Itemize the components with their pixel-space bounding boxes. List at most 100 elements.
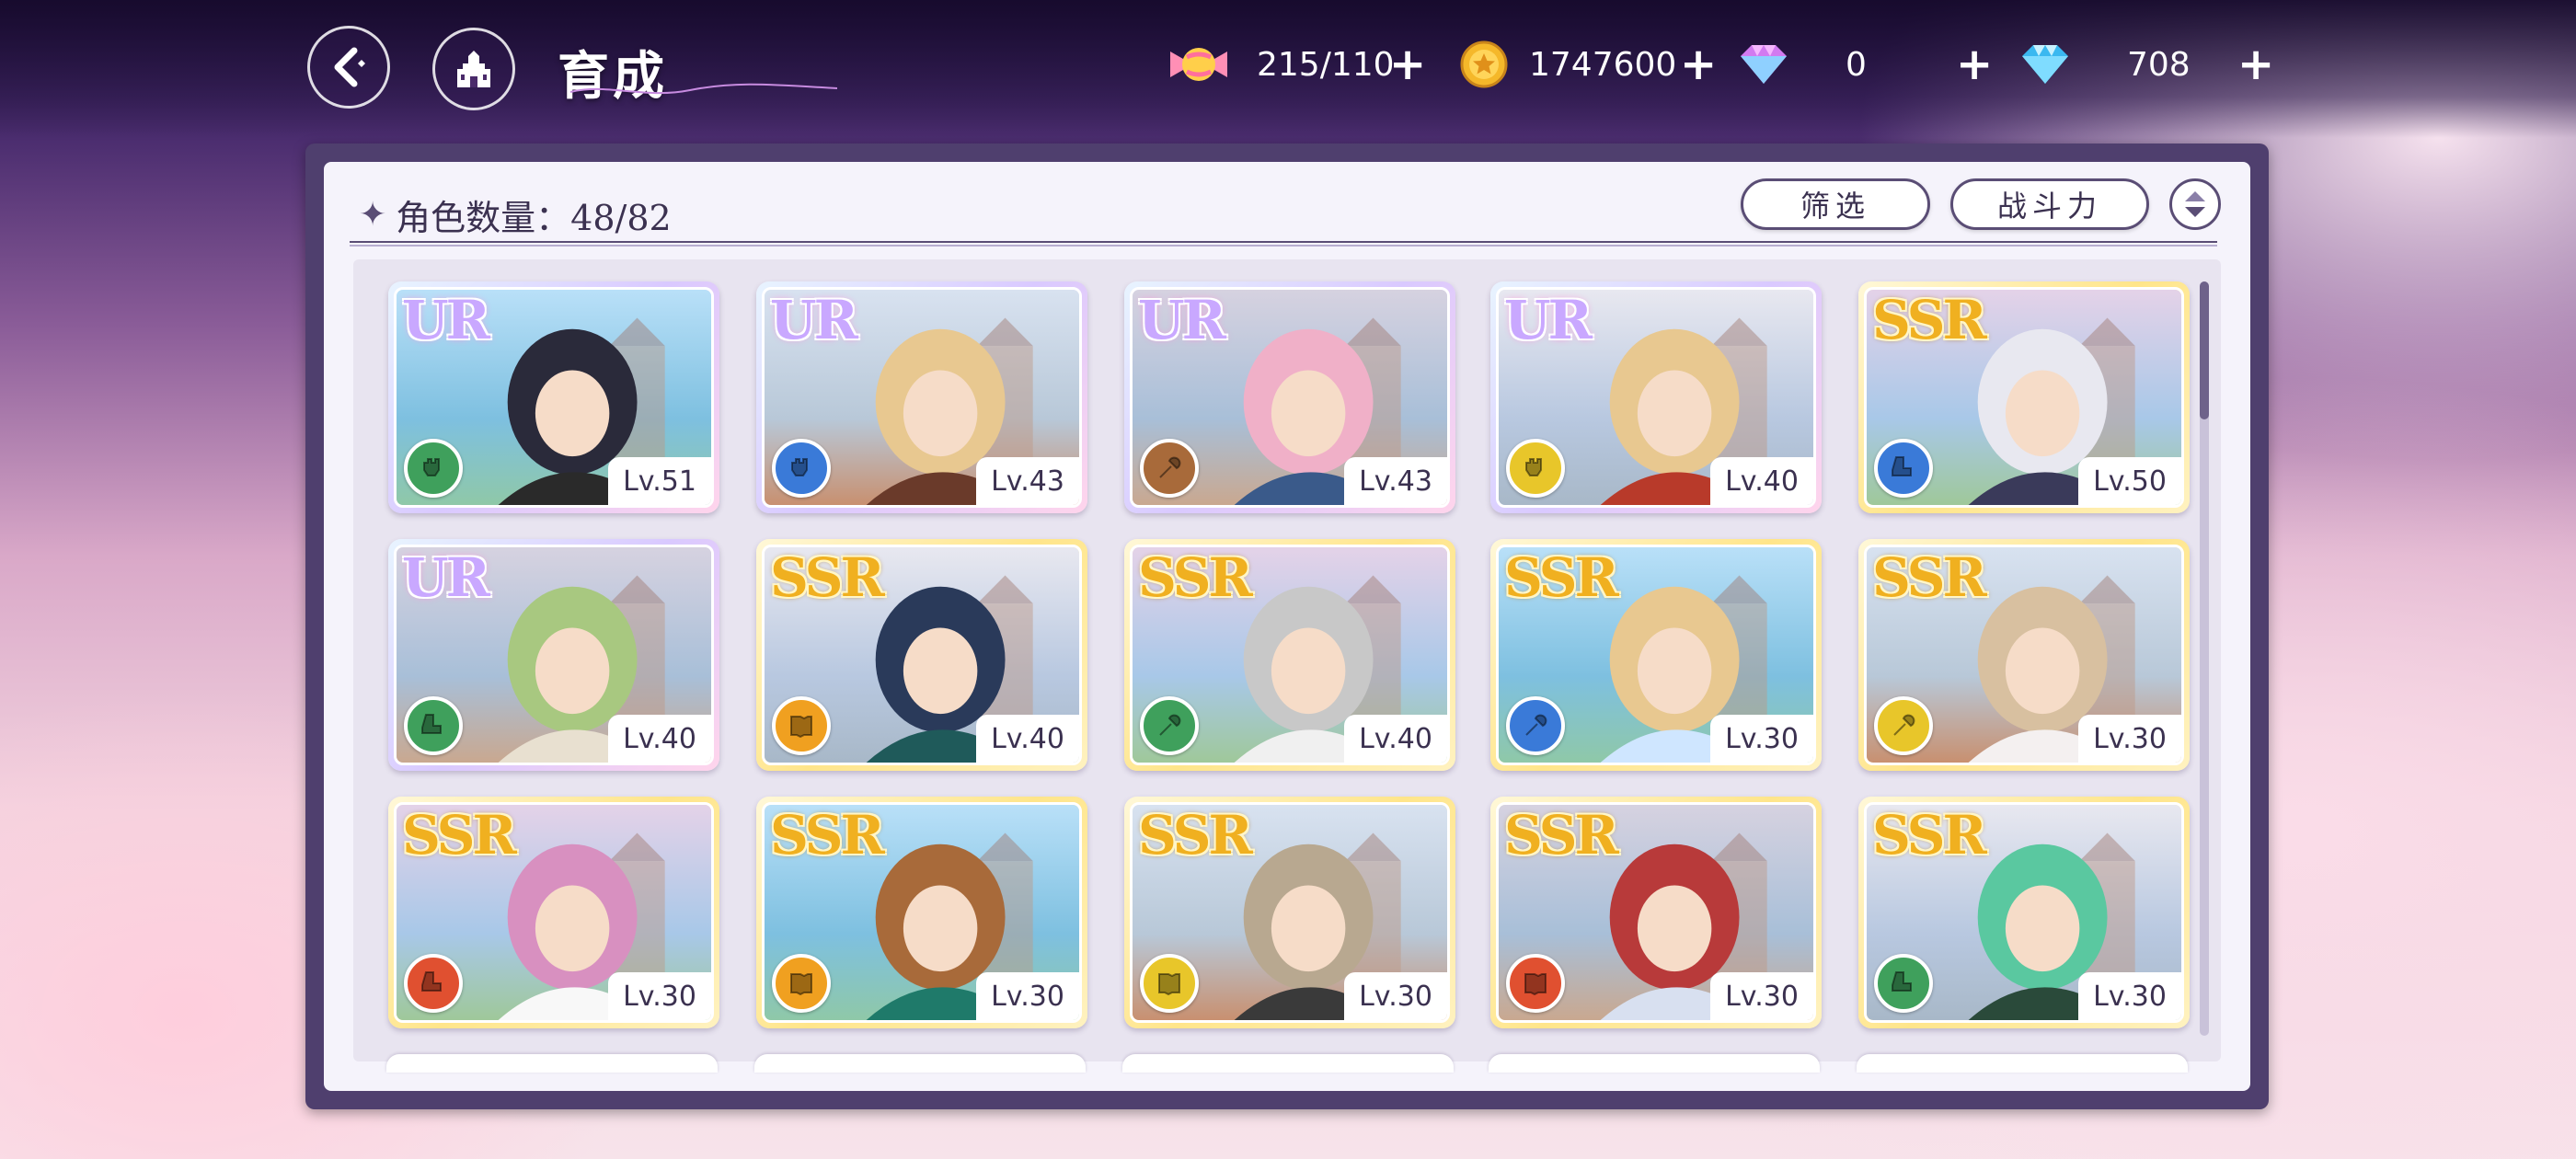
character-card[interactable]: UR Lv.40 xyxy=(1490,281,1822,513)
blue-gem-value: 708 xyxy=(2127,45,2191,84)
level-label: Lv.30 xyxy=(1710,972,1813,1020)
rarity-badge: UR xyxy=(402,546,490,609)
level-label: Lv.40 xyxy=(608,715,711,763)
title-decoration xyxy=(570,83,837,95)
boot-icon xyxy=(421,971,442,992)
book-icon xyxy=(1158,973,1180,996)
gold-add-button[interactable]: + xyxy=(1680,42,1717,86)
pink-gem-value: 0 xyxy=(1846,45,1867,84)
rarity-badge: UR xyxy=(1504,289,1593,351)
attribute-badge xyxy=(1506,696,1565,755)
castle-icon xyxy=(457,51,490,87)
character-card[interactable]: SSR Lv.40 xyxy=(1124,539,1455,771)
scrollbar-thumb[interactable] xyxy=(2200,281,2209,419)
blue-diamond-icon xyxy=(2022,45,2068,84)
attribute-badge xyxy=(1874,439,1933,498)
character-portrait: SSR Lv.30 xyxy=(1864,802,2184,1023)
rarity-badge: SSR xyxy=(770,804,885,866)
attribute-badge xyxy=(404,954,463,1013)
character-portrait: SSR Lv.40 xyxy=(1130,545,1450,765)
card-partial[interactable] xyxy=(1857,1054,2188,1073)
character-card[interactable]: SSR Lv.30 xyxy=(388,797,719,1028)
level-label: Lv.43 xyxy=(976,457,1079,505)
gold-value: 1747600 xyxy=(1529,45,1677,84)
sort-arrows-icon xyxy=(2185,191,2205,217)
wand-icon xyxy=(1159,456,1181,478)
character-portrait: UR Lv.40 xyxy=(394,545,714,765)
home-button[interactable] xyxy=(432,28,515,110)
character-card[interactable]: UR Lv.40 xyxy=(388,539,719,771)
level-label: Lv.50 xyxy=(2078,457,2181,505)
character-card[interactable]: UR Lv.43 xyxy=(756,281,1087,513)
character-card[interactable]: UR Lv.51 xyxy=(388,281,719,513)
stamina-add-button[interactable]: + xyxy=(1389,42,1426,86)
gold-currency: 1747600 + xyxy=(1459,35,1717,94)
character-portrait: UR Lv.43 xyxy=(762,287,1082,508)
fist-icon xyxy=(423,458,440,476)
boot-icon xyxy=(421,714,442,734)
wand-icon xyxy=(1159,714,1181,736)
character-card[interactable]: UR Lv.43 xyxy=(1124,281,1455,513)
level-label: Lv.40 xyxy=(1710,457,1813,505)
character-portrait: SSR Lv.30 xyxy=(1496,545,1816,765)
level-label: Lv.40 xyxy=(976,715,1079,763)
level-label: Lv.43 xyxy=(1344,457,1447,505)
level-label: Lv.30 xyxy=(2078,972,2181,1020)
pink-diamond-icon xyxy=(1741,45,1787,84)
blue-gem-add-button[interactable]: + xyxy=(2237,42,2274,86)
attribute-badge xyxy=(404,439,463,498)
character-portrait: UR Lv.40 xyxy=(1496,287,1816,508)
sort-power-button[interactable]: 战斗力 xyxy=(1950,178,2149,230)
character-portrait: SSR Lv.40 xyxy=(762,545,1082,765)
attribute-badge xyxy=(1874,954,1933,1013)
blue-gem-currency: 708 + xyxy=(2018,35,2274,94)
rarity-badge: UR xyxy=(1138,289,1226,351)
sort-order-button[interactable] xyxy=(2169,178,2221,230)
character-card[interactable]: SSR Lv.30 xyxy=(756,797,1087,1028)
level-label: Lv.30 xyxy=(1710,715,1813,763)
book-icon xyxy=(790,716,812,739)
rarity-badge: UR xyxy=(402,289,490,351)
rarity-badge: SSR xyxy=(1872,546,1987,609)
rarity-badge: SSR xyxy=(1872,289,1987,351)
back-button[interactable] xyxy=(307,26,390,109)
card-partial[interactable] xyxy=(754,1054,1086,1073)
level-label: Lv.30 xyxy=(1344,972,1447,1020)
character-portrait: UR Lv.51 xyxy=(394,287,714,508)
stamina-currency: 215/110 + xyxy=(1167,35,1426,94)
rarity-badge: SSR xyxy=(770,546,885,609)
character-portrait: SSR Lv.50 xyxy=(1864,287,2184,508)
rarity-badge: SSR xyxy=(402,804,517,866)
character-card[interactable]: SSR Lv.30 xyxy=(1490,539,1822,771)
grid-scrollbar[interactable] xyxy=(2200,281,2209,1036)
boot-icon xyxy=(1892,971,1912,992)
character-card[interactable]: SSR Lv.30 xyxy=(1124,797,1455,1028)
card-partial[interactable] xyxy=(386,1054,718,1073)
character-card[interactable]: SSR Lv.30 xyxy=(1858,797,2190,1028)
filter-button[interactable]: 筛选 xyxy=(1741,178,1930,230)
level-label: Lv.51 xyxy=(608,457,711,505)
attribute-badge xyxy=(1140,696,1199,755)
header-divider xyxy=(350,241,2217,247)
character-portrait: SSR Lv.30 xyxy=(1864,545,2184,765)
card-partial[interactable] xyxy=(1122,1054,1454,1073)
candy-icon xyxy=(1170,48,1227,81)
character-card[interactable]: SSR Lv.40 xyxy=(756,539,1087,771)
fist-icon xyxy=(791,458,808,476)
attribute-badge xyxy=(1874,696,1933,755)
pink-gem-add-button[interactable]: + xyxy=(1956,42,1993,86)
card-partial[interactable] xyxy=(1489,1054,1820,1073)
character-portrait: SSR Lv.30 xyxy=(1496,802,1816,1023)
sparkle-icon: ✦ xyxy=(359,196,387,234)
rarity-badge: SSR xyxy=(1138,546,1253,609)
character-portrait: UR Lv.43 xyxy=(1130,287,1450,508)
character-card[interactable]: SSR Lv.30 xyxy=(1858,539,2190,771)
character-card[interactable]: SSR Lv.30 xyxy=(1490,797,1822,1028)
character-count-row: ✦ 角色数量：48/82 xyxy=(359,189,672,240)
character-portrait: SSR Lv.30 xyxy=(394,802,714,1023)
rarity-badge: SSR xyxy=(1504,546,1619,609)
character-card[interactable]: SSR Lv.50 xyxy=(1858,281,2190,513)
stamina-value: 215/110 xyxy=(1257,45,1395,84)
level-label: Lv.30 xyxy=(2078,715,2181,763)
character-count-label: 角色数量：48/82 xyxy=(396,198,672,238)
